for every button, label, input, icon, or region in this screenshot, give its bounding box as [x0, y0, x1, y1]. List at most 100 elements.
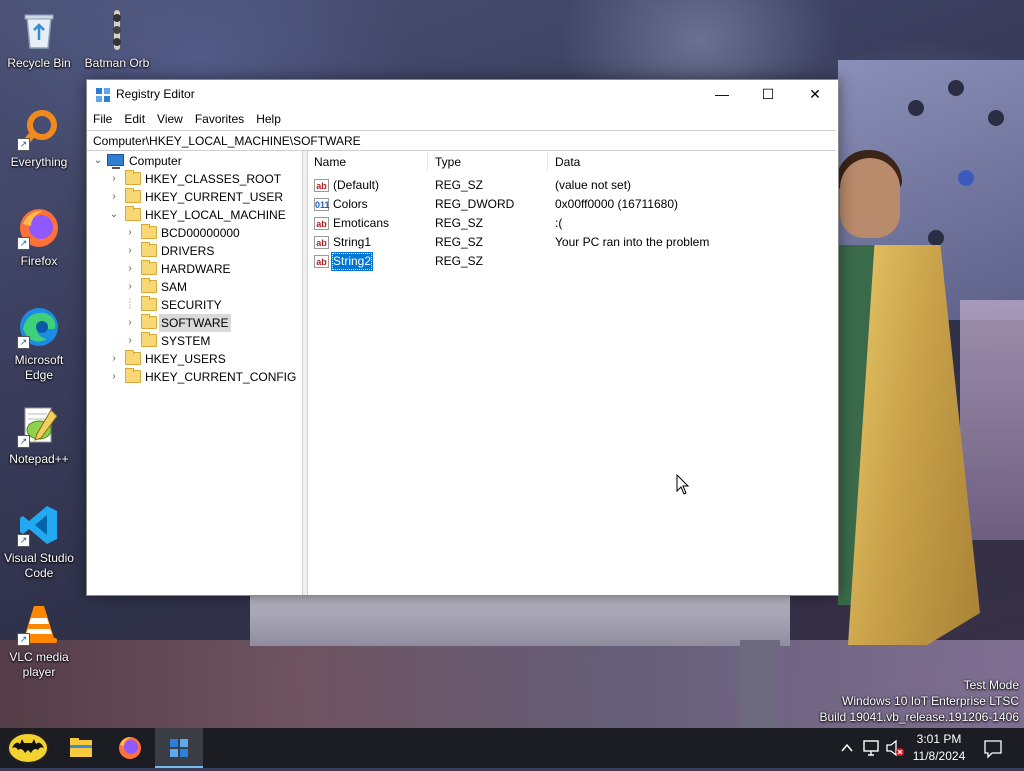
tree-node-software[interactable]: › SOFTWARE	[87, 314, 302, 332]
desktop-icon-vscode[interactable]: ↗ Visual Studio Code	[0, 503, 78, 581]
shortcut-arrow-icon: ↗	[17, 435, 30, 448]
volume-button[interactable]	[884, 728, 906, 768]
menu-file[interactable]: File	[87, 110, 118, 129]
tree-node-hkcu[interactable]: › HKEY_CURRENT_USER	[87, 188, 302, 206]
batman-orb-icon	[95, 8, 139, 52]
folder-icon	[141, 314, 157, 329]
tree-node-drivers[interactable]: › DRIVERS	[87, 242, 302, 260]
tree-node-hkcc[interactable]: › HKEY_CURRENT_CONFIG	[87, 368, 302, 386]
network-button[interactable]	[860, 728, 882, 768]
desktop-icon-notepad-plus-plus[interactable]: ↗ Notepad++	[0, 404, 78, 467]
value-row[interactable]: ab (Default) REG_SZ (value not set)	[308, 176, 838, 195]
volume-muted-icon	[886, 739, 904, 757]
binary-value-icon: 011	[314, 198, 330, 211]
action-center-button[interactable]	[978, 728, 1008, 768]
value-row-selected[interactable]: ab String2 REG_SZ	[308, 252, 838, 271]
expand-chevron-icon[interactable]: ›	[109, 188, 119, 206]
clock-date: 11/8/2024	[912, 749, 966, 763]
network-icon	[863, 740, 879, 756]
window-title: Registry Editor	[116, 87, 195, 101]
expand-chevron-icon[interactable]: ›	[109, 350, 119, 368]
tree-node-computer[interactable]: ⌄ Computer	[87, 152, 302, 170]
menu-favorites[interactable]: Favorites	[189, 110, 250, 129]
file-explorer-button[interactable]	[57, 728, 105, 768]
registry-editor-taskbar-button[interactable]	[155, 728, 203, 768]
folder-icon	[125, 188, 141, 203]
desktop-icon-firefox[interactable]: ↗ Firefox	[0, 206, 78, 269]
recycle-bin-icon	[17, 8, 61, 52]
folder-icon	[141, 332, 157, 347]
string-value-icon: ab	[314, 236, 329, 249]
edge-icon: ↗	[17, 305, 61, 349]
registry-editor-icon	[170, 739, 188, 757]
firefox-icon: ↗	[17, 206, 61, 250]
column-header-type[interactable]: Type	[435, 151, 461, 173]
expand-chevron-icon[interactable]: ›	[125, 332, 135, 350]
mouse-cursor-icon	[676, 473, 690, 499]
value-row[interactable]: ab String1 REG_SZ Your PC ran into the p…	[308, 233, 838, 252]
expand-chevron-icon[interactable]: ›	[109, 170, 119, 188]
vscode-icon: ↗	[17, 503, 61, 547]
clock-time: 3:01 PM	[916, 732, 962, 746]
desktop-icon-label: VLC media player	[9, 650, 69, 679]
values-list[interactable]: Name Type Data ab (Default) REG_SZ (valu…	[308, 151, 838, 595]
expand-chevron-icon[interactable]: ›	[109, 368, 119, 386]
desktop-icon-label: Everything	[10, 155, 68, 169]
expand-chevron-icon[interactable]: ›	[125, 224, 135, 242]
minimize-button[interactable]: —	[699, 80, 745, 109]
tree-node-bcd[interactable]: › BCD00000000	[87, 224, 302, 242]
desktop-icon-label: Notepad++	[9, 452, 69, 466]
desktop-icon-label: Microsoft Edge	[14, 353, 64, 382]
value-name-edit-field[interactable]: String2	[331, 252, 374, 271]
show-hidden-icons-button[interactable]	[838, 728, 856, 768]
notepad-plus-plus-icon: ↗	[17, 404, 61, 448]
test-mode-watermark: Test Mode Windows 10 IoT Enterprise LTSC…	[819, 678, 1020, 724]
desktop-icon-everything[interactable]: ↗ Everything	[0, 107, 78, 170]
tree-line: ┊	[126, 299, 134, 310]
menu-help[interactable]: Help	[250, 110, 287, 129]
column-header-name[interactable]: Name	[314, 151, 346, 173]
file-explorer-icon	[70, 738, 92, 757]
menu-edit[interactable]: Edit	[118, 110, 151, 129]
tree-node-hardware[interactable]: › HARDWARE	[87, 260, 302, 278]
collapse-chevron-icon[interactable]: ⌄	[109, 206, 119, 224]
desktop-icon-label: Recycle Bin	[7, 56, 71, 70]
start-button[interactable]	[0, 728, 56, 768]
folder-open-icon	[125, 206, 141, 221]
shortcut-arrow-icon: ↗	[17, 237, 30, 250]
desktop-icon-edge[interactable]: ↗ Microsoft Edge	[0, 305, 78, 383]
vlc-icon: ↗	[17, 602, 61, 646]
tree-node-security[interactable]: ┊ SECURITY	[87, 296, 302, 314]
tree-node-sam[interactable]: › SAM	[87, 278, 302, 296]
expand-chevron-icon[interactable]: ›	[125, 314, 135, 332]
taskbar: 3:01 PM 11/8/2024	[0, 728, 1024, 768]
chevron-up-icon	[841, 743, 853, 752]
address-bar[interactable]: Computer\HKEY_LOCAL_MACHINE\SOFTWARE	[87, 130, 836, 151]
tree-node-hklm[interactable]: ⌄ HKEY_LOCAL_MACHINE	[87, 206, 302, 224]
firefox-icon	[119, 737, 141, 759]
collapse-chevron-icon[interactable]: ⌄	[93, 152, 103, 170]
expand-chevron-icon[interactable]: ›	[125, 278, 135, 296]
column-header-data[interactable]: Data	[555, 151, 580, 173]
shortcut-arrow-icon: ↗	[17, 534, 30, 547]
key-tree[interactable]: ⌄ Computer › HKEY_CLASSES_ROOT › HKEY_CU…	[87, 151, 302, 595]
value-row[interactable]: ab Emoticans REG_SZ :(	[308, 214, 838, 233]
expand-chevron-icon[interactable]: ›	[125, 242, 135, 260]
registry-editor-window[interactable]: Registry Editor — ☐ ✕ File Edit View Favori…	[86, 79, 839, 596]
desktop-icon-batman-orb[interactable]: Batman Orb	[78, 8, 156, 71]
tree-node-system[interactable]: › SYSTEM	[87, 332, 302, 350]
close-button[interactable]: ✕	[792, 80, 838, 109]
menu-view[interactable]: View	[151, 110, 189, 129]
menu-bar: File Edit View Favorites Help	[87, 110, 838, 129]
title-bar[interactable]: Registry Editor — ☐ ✕	[87, 80, 838, 109]
address-path: Computer\HKEY_LOCAL_MACHINE\SOFTWARE	[93, 134, 361, 148]
expand-chevron-icon[interactable]: ›	[125, 260, 135, 278]
firefox-taskbar-button[interactable]	[106, 728, 154, 768]
tree-node-hkcr[interactable]: › HKEY_CLASSES_ROOT	[87, 170, 302, 188]
maximize-button[interactable]: ☐	[745, 80, 791, 109]
desktop-icon-vlc[interactable]: ↗ VLC media player	[0, 602, 78, 680]
system-clock[interactable]: 3:01 PM 11/8/2024	[904, 731, 974, 765]
desktop-icon-recycle-bin[interactable]: Recycle Bin	[0, 8, 78, 71]
tree-node-hku[interactable]: › HKEY_USERS	[87, 350, 302, 368]
value-row[interactable]: 011 Colors REG_DWORD 0x00ff0000 (1671168…	[308, 195, 838, 214]
